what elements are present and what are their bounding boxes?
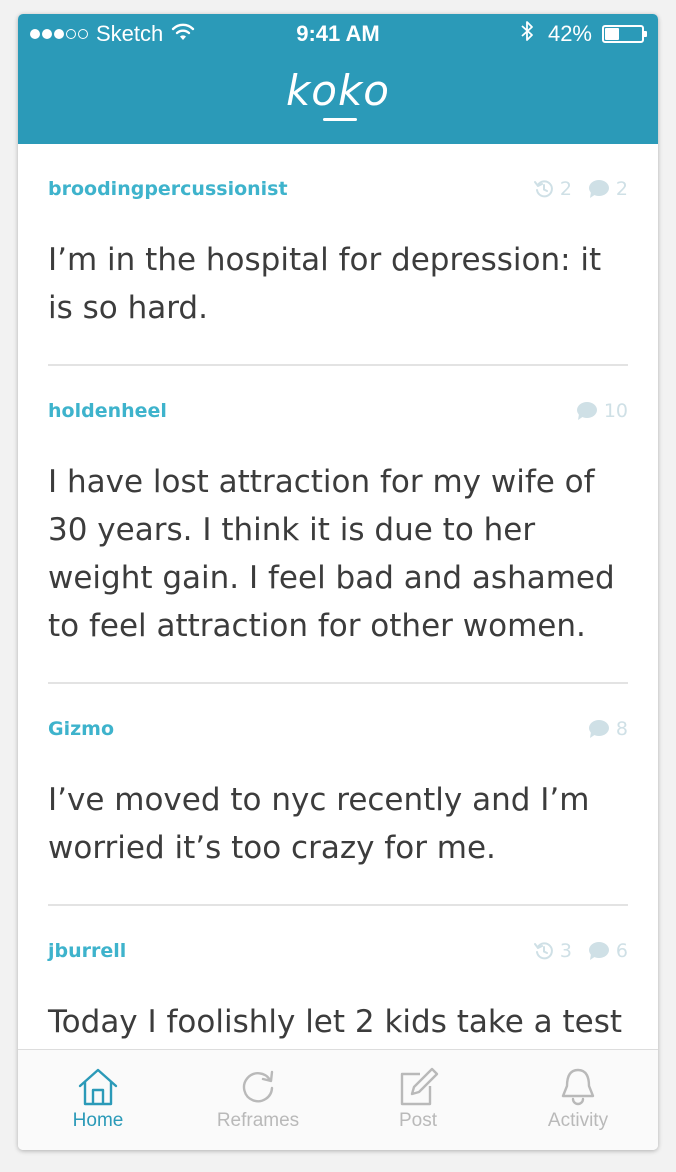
- post-username[interactable]: holdenheel: [48, 400, 167, 422]
- reframe-count: 3: [533, 940, 572, 962]
- battery-fill: [605, 28, 619, 40]
- bell-icon: [561, 1068, 595, 1106]
- comment-count: 6: [588, 940, 628, 962]
- post-text[interactable]: Today I foolishly let 2 kids take a test…: [48, 998, 628, 1050]
- comment-count: 2: [588, 178, 628, 200]
- battery-percent: 42%: [547, 21, 592, 46]
- comment-count: 8: [588, 718, 628, 740]
- comment-count: 10: [576, 400, 628, 422]
- tab-home[interactable]: Home: [18, 1050, 178, 1150]
- tab-activity[interactable]: Activity: [498, 1050, 658, 1150]
- post-item[interactable]: holdenheel 10 I have lost attraction for…: [18, 366, 658, 684]
- post-stats: 3 6: [518, 940, 628, 962]
- post-username[interactable]: Gizmo: [48, 718, 114, 740]
- app-window: Sketch 9:41 AM 42% koko broodingpercussi…: [18, 14, 658, 1150]
- post-username[interactable]: jburrell: [48, 940, 126, 962]
- tab-label: Reframes: [216, 1110, 300, 1131]
- post-username[interactable]: broodingpercussionist: [48, 178, 288, 200]
- post-header: Gizmo 8: [48, 684, 628, 748]
- history-icon: [533, 942, 553, 960]
- post-text[interactable]: I’m in the hospital for depression: it i…: [48, 236, 628, 332]
- post-item[interactable]: Gizmo 8 I’ve moved to nyc recently and I…: [18, 684, 658, 906]
- status-right: 42%: [520, 20, 647, 48]
- status-bar: Sketch 9:41 AM 42%: [18, 14, 658, 54]
- tab-reframes[interactable]: Reframes: [178, 1050, 338, 1150]
- refresh-icon: [242, 1070, 274, 1103]
- comment-icon: [588, 720, 609, 738]
- post-feed[interactable]: broodingpercussionist 2 2 I’m in the hos…: [18, 144, 658, 1050]
- reframe-count: 2: [533, 178, 572, 200]
- history-icon: [533, 180, 553, 198]
- post-stats: 8: [572, 718, 628, 740]
- post-item[interactable]: broodingpercussionist 2 2 I’m in the hos…: [18, 144, 658, 366]
- post-header: holdenheel 10: [48, 366, 628, 430]
- compose-icon: [400, 1067, 439, 1106]
- post-item[interactable]: jburrell 3 6 Today I foolishly let 2 kid…: [18, 906, 658, 1050]
- tab-bar: Home Reframes Post Activity: [18, 1049, 658, 1150]
- logo-underline: [323, 118, 357, 121]
- post-text[interactable]: I have lost attraction for my wife of 30…: [48, 458, 628, 650]
- post-header: jburrell 3 6: [48, 906, 628, 970]
- post-stats: 10: [560, 400, 628, 422]
- tab-label: Post: [398, 1110, 438, 1131]
- battery-icon: [602, 25, 647, 43]
- tab-post[interactable]: Post: [338, 1050, 498, 1150]
- post-text[interactable]: I’ve moved to nyc recently and I’m worri…: [48, 776, 628, 872]
- tab-label: Home: [72, 1110, 124, 1131]
- post-header: broodingpercussionist 2 2: [48, 144, 628, 208]
- comment-icon: [588, 942, 609, 960]
- home-icon: [78, 1068, 118, 1106]
- koko-logo: koko: [285, 66, 391, 115]
- bluetooth-icon: [520, 20, 534, 48]
- comment-icon: [588, 180, 609, 198]
- post-stats: 2 2: [518, 178, 628, 200]
- app-header: Sketch 9:41 AM 42% koko: [18, 14, 658, 144]
- comment-icon: [576, 402, 597, 420]
- tab-label: Activity: [547, 1110, 609, 1131]
